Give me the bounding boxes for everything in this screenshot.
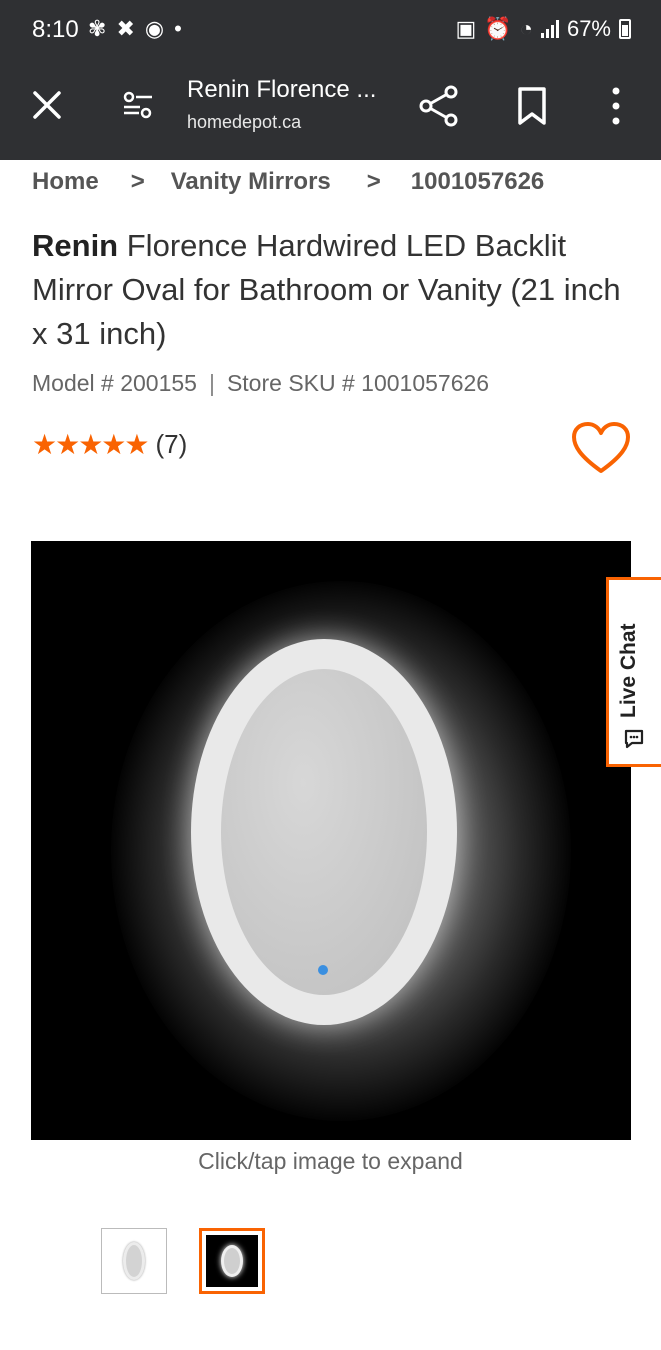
page-title: Renin Florence ... bbox=[187, 76, 377, 103]
product-title: Renin Florence Hardwired LED Backlit Mir… bbox=[32, 224, 632, 356]
more-vert-icon[interactable] bbox=[606, 84, 626, 128]
browser-toolbar: Renin Florence ... homedepot.ca bbox=[0, 62, 661, 160]
mirror-touch-sensor bbox=[318, 965, 328, 975]
breadcrumb-separator: > bbox=[130, 168, 145, 195]
battery-icon bbox=[619, 19, 631, 39]
breadcrumb-separator: > bbox=[366, 168, 381, 195]
thumbnail-mirror-oval bbox=[221, 1245, 243, 1277]
status-notification-icons: ✾ ✖ ◉ • bbox=[88, 16, 182, 42]
review-count: (7) bbox=[155, 429, 188, 459]
url-bar[interactable]: Renin Florence ... homedepot.ca bbox=[187, 76, 387, 133]
status-system-icons: ▣ ⏰ ◔ 67% bbox=[455, 16, 631, 42]
model-number: Model # 200155 bbox=[32, 370, 197, 396]
dot-icon: • bbox=[174, 16, 182, 41]
breadcrumb: Home > Vanity Mirrors > 1001057626 bbox=[32, 168, 544, 196]
x-icon: ✖ bbox=[116, 16, 135, 41]
alarm-icon: ⏰ bbox=[484, 16, 512, 41]
wifi-icon: ◔ bbox=[519, 16, 533, 41]
status-bar: 8:10 ✾ ✖ ◉ • ▣ ⏰ ◔ 67% bbox=[0, 0, 661, 62]
model-sku-line: Model # 200155 | Store SKU # 1001057626 bbox=[32, 370, 489, 397]
lock-icon: ▣ bbox=[455, 16, 477, 41]
battery-percent: 67% bbox=[566, 16, 611, 41]
live-chat-button[interactable]: Live Chat bbox=[606, 577, 661, 767]
thumbnail-mirror-image bbox=[123, 1242, 145, 1280]
thumbnail-backlit-image bbox=[206, 1235, 258, 1287]
thumbnail-2-selected[interactable] bbox=[199, 1228, 265, 1294]
account-icon: ◉ bbox=[144, 16, 165, 41]
breadcrumb-vanity-mirrors[interactable]: Vanity Mirrors bbox=[171, 168, 331, 196]
tune-icon[interactable] bbox=[120, 89, 156, 123]
live-chat-label: Live Chat bbox=[617, 623, 640, 718]
rating-stars: ★★★★★ bbox=[32, 429, 150, 460]
share-icon[interactable] bbox=[418, 84, 460, 128]
expand-hint: Click/tap image to expand bbox=[198, 1148, 463, 1174]
model-sku-divider: | bbox=[208, 370, 215, 396]
heart-icon[interactable] bbox=[570, 420, 632, 476]
product-brand[interactable]: Renin bbox=[32, 228, 118, 263]
product-name: Florence Hardwired LED Backlit Mirror Ov… bbox=[32, 228, 621, 351]
bookmark-icon[interactable] bbox=[516, 86, 548, 126]
store-sku: Store SKU # 1001057626 bbox=[226, 370, 490, 396]
signal-icon bbox=[540, 20, 559, 38]
close-icon[interactable] bbox=[30, 88, 64, 122]
mirror-glass bbox=[221, 669, 427, 995]
page-domain: homedepot.ca bbox=[187, 112, 302, 132]
breadcrumb-home[interactable]: Home bbox=[32, 168, 99, 196]
thumbnail-1[interactable] bbox=[101, 1228, 167, 1294]
status-time: 8:10 bbox=[32, 16, 79, 43]
product-rating[interactable]: ★★★★★ (7) bbox=[32, 428, 187, 461]
product-image[interactable] bbox=[31, 541, 631, 1140]
breadcrumb-current: 1001057626 bbox=[410, 168, 545, 195]
fan-icon: ✾ bbox=[88, 16, 107, 41]
chat-icon bbox=[624, 729, 644, 749]
